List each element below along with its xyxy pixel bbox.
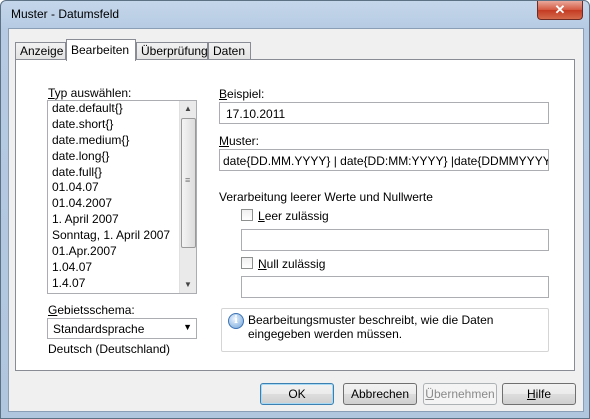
scroll-up-icon[interactable]: ▲ — [180, 101, 196, 117]
list-item[interactable]: date.full{} — [48, 165, 196, 181]
cancel-button[interactable]: Abbrechen — [343, 383, 417, 405]
list-item[interactable]: 1. April 2007 — [48, 212, 196, 228]
title-bar[interactable]: Muster - Datumsfeld ✕ — [1, 1, 589, 27]
list-item[interactable]: 1.4.07 — [48, 276, 196, 292]
tab-label: Daten — [213, 44, 246, 58]
close-icon: ✕ — [554, 2, 566, 17]
info-icon: i — [228, 313, 244, 329]
null-allowed-checkbox[interactable] — [241, 257, 253, 269]
info-text: Bearbeitungsmuster beschreibt, wie die D… — [248, 313, 494, 341]
tab-label: Überprüfung — [141, 44, 208, 58]
example-label: Beispiel: — [219, 87, 265, 101]
pattern-label: Muster: — [219, 134, 260, 148]
null-value-input[interactable] — [241, 276, 549, 298]
list-item[interactable]: Sonntag, 1. April 2007 — [48, 228, 196, 244]
window-title: Muster - Datumsfeld — [11, 7, 120, 21]
apply-label-first: Ü — [425, 387, 434, 401]
help-button[interactable]: Hilfe — [502, 383, 576, 405]
example-value: 17.10.2011 — [226, 107, 286, 121]
list-item[interactable]: 01.Apr.2007 — [48, 244, 196, 260]
locale-label: Gebietsschema: — [48, 303, 135, 317]
info-box: i Bearbeitungsmuster beschreibt, wie die… — [221, 308, 549, 352]
tab-anzeige[interactable]: Anzeige — [15, 42, 66, 59]
help-label-rest: ilfe — [535, 387, 551, 401]
list-item[interactable]: date.medium{} — [48, 133, 196, 149]
cancel-label: Abbrechen — [350, 387, 410, 401]
grip-icon: ≡ — [185, 175, 191, 185]
null-allowed-label[interactable]: Null zulässig — [258, 257, 325, 271]
tab-ueberpruefung[interactable]: Überprüfung — [136, 42, 208, 59]
empty-allowed-checkbox[interactable] — [241, 209, 253, 221]
empty-values-section-label: Verarbeitung leerer Werte und Nullwerte — [219, 190, 433, 204]
apply-button: Übernehmen — [423, 383, 497, 405]
scrollbar-thumb[interactable]: ≡ — [181, 118, 196, 248]
apply-label-rest: bernehmen — [433, 387, 495, 401]
tab-label: Bearbeiten — [71, 43, 130, 57]
listbox-scrollbar[interactable]: ▲ ≡ ▼ — [179, 101, 196, 293]
ok-label: OK — [288, 387, 306, 401]
close-button[interactable]: ✕ — [537, 1, 583, 20]
locale-selected-value: Standardsprache — [53, 322, 145, 336]
list-item[interactable]: 01.04.2007 — [48, 196, 196, 212]
scroll-down-icon[interactable]: ▼ — [180, 277, 196, 293]
dialog-window: Muster - Datumsfeld ✕ Anzeige Bearbeiten… — [0, 0, 590, 419]
tab-label: Anzeige — [20, 44, 64, 58]
pattern-input[interactable]: date{DD.MM.YYYY} | date{DD:MM:YYYY} |dat… — [219, 149, 549, 171]
type-select-label: Typ auswählen: — [48, 86, 132, 100]
list-item[interactable]: date.short{} — [48, 117, 196, 133]
example-field: 17.10.2011 — [219, 102, 549, 124]
locale-description: Deutsch (Deutschland) — [48, 342, 171, 356]
pattern-value: date{DD.MM.YYYY} | date{DD:MM:YYYY} |dat… — [223, 154, 549, 168]
list-item[interactable]: date.long{} — [48, 149, 196, 165]
empty-value-input[interactable] — [241, 229, 549, 251]
tab-bearbeiten[interactable]: Bearbeiten — [66, 39, 136, 61]
tab-daten[interactable]: Daten — [208, 42, 251, 59]
help-label-first: H — [526, 387, 536, 401]
list-item[interactable]: date.default{} — [48, 101, 196, 117]
list-item[interactable]: 1.04.07 — [48, 260, 196, 276]
chevron-down-icon: ▼ — [183, 322, 192, 332]
empty-allowed-label[interactable]: Leer zulässig — [258, 209, 329, 223]
list-item[interactable]: 01.04.07 — [48, 180, 196, 196]
dialog-client-area: Anzeige Bearbeiten Überprüfung Daten Typ… — [8, 28, 584, 412]
type-listbox[interactable]: date.default{} date.short{} date.medium{… — [47, 100, 197, 294]
locale-dropdown[interactable]: Standardsprache ▼ — [47, 318, 197, 339]
ok-button[interactable]: OK — [260, 383, 334, 405]
